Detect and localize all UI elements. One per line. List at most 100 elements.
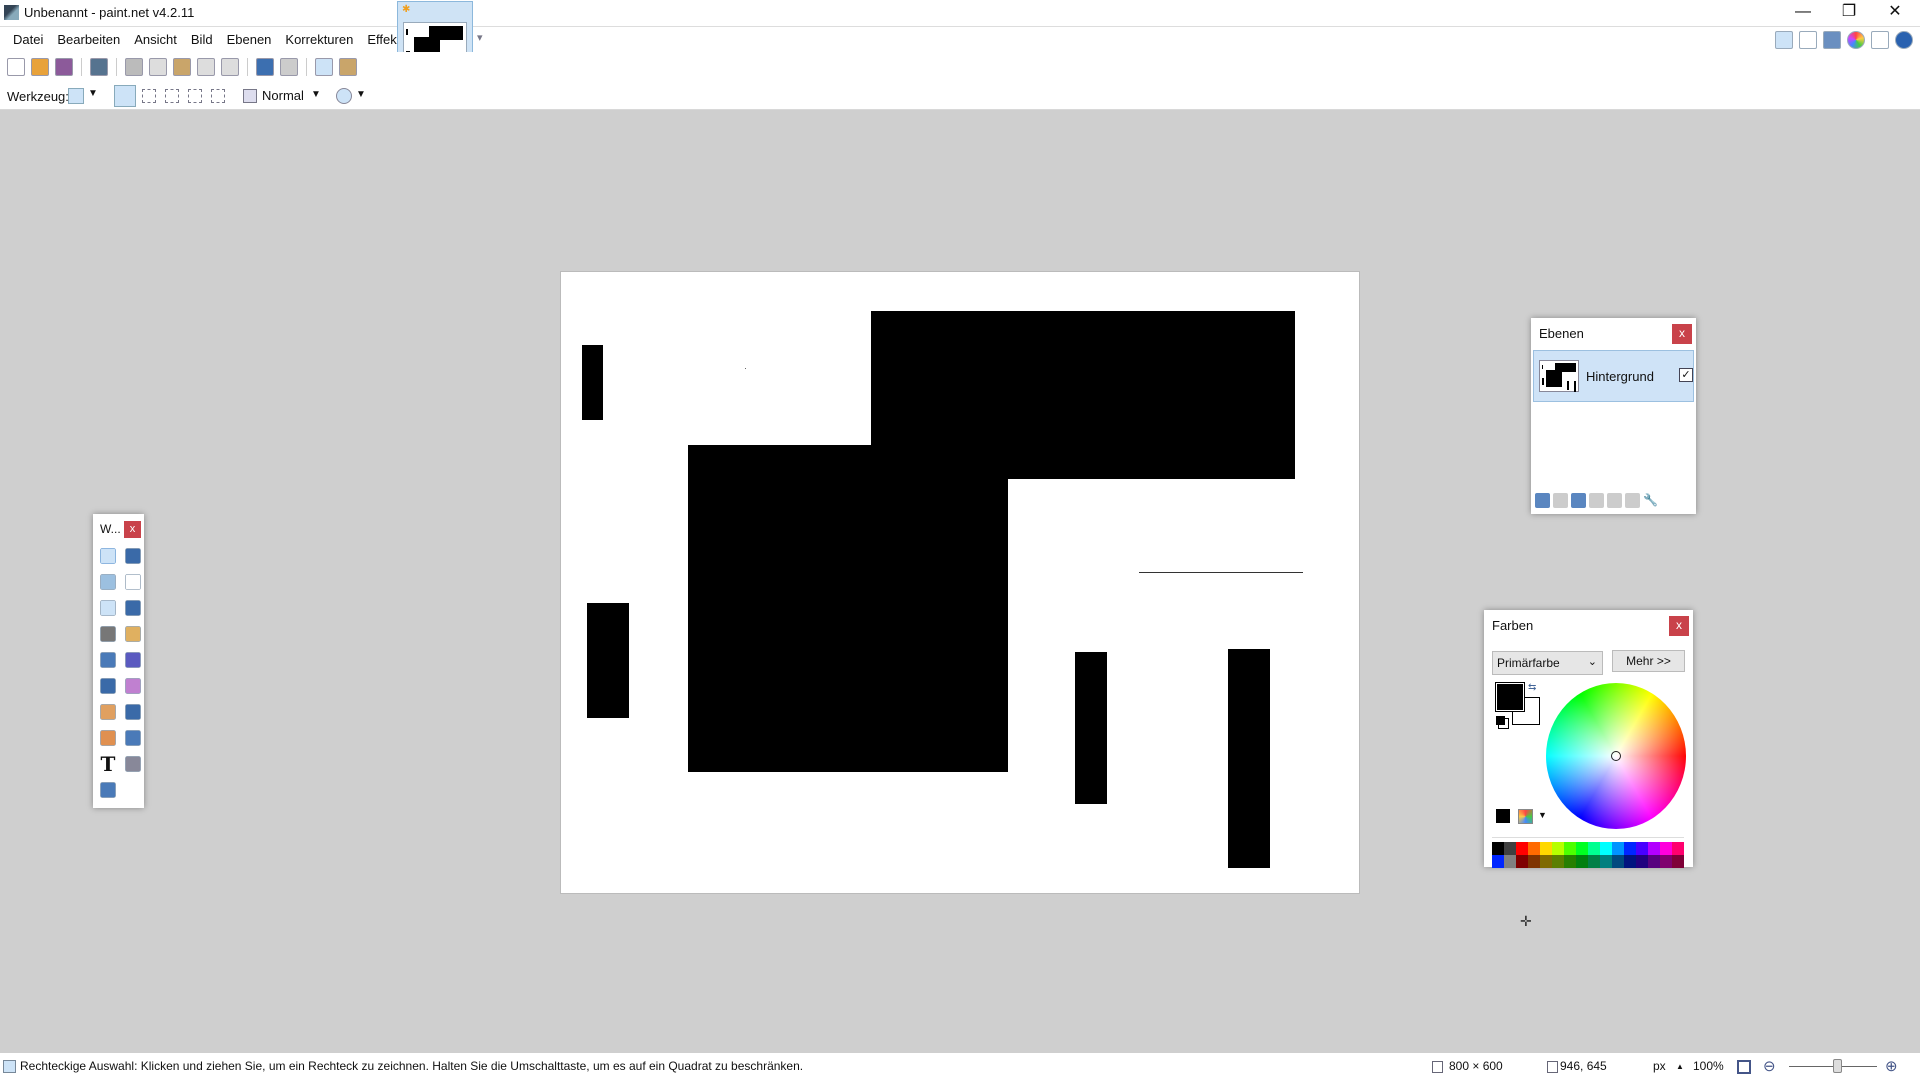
menu-datei[interactable]: Datei xyxy=(6,27,50,53)
units-select[interactable]: px xyxy=(1653,1053,1666,1080)
palette-swatch[interactable] xyxy=(1504,842,1516,855)
layer-properties-button[interactable]: 🔧 xyxy=(1643,493,1658,508)
restore-button[interactable]: ❐ xyxy=(1826,0,1872,26)
zoom-level[interactable]: 100% xyxy=(1693,1053,1724,1080)
zoom-slider-thumb[interactable] xyxy=(1833,1059,1843,1073)
tool-recolor[interactable] xyxy=(125,730,141,746)
primary-color-swatch[interactable] xyxy=(1495,682,1525,712)
palette-swatch[interactable] xyxy=(1516,842,1528,855)
layer-row[interactable]: Hintergrund ✓ xyxy=(1533,350,1694,402)
help-icon[interactable] xyxy=(1895,31,1913,49)
duplicate-layer-button[interactable] xyxy=(1571,493,1586,509)
history-window-icon[interactable] xyxy=(1799,31,1817,49)
zoom-slider[interactable] xyxy=(1789,1059,1877,1073)
palette-swatch[interactable] xyxy=(1576,842,1588,855)
palette-swatch[interactable] xyxy=(1540,855,1552,868)
menu-korrekturen[interactable]: Korrekturen xyxy=(278,27,360,53)
add-color-palette-icon[interactable] xyxy=(1496,809,1510,823)
tool-move-selected[interactable] xyxy=(125,574,141,590)
palette-dropdown-icon[interactable]: ▼ xyxy=(1538,810,1547,820)
tool-clone-stamp[interactable] xyxy=(100,730,116,746)
antialias-dropdown-icon[interactable]: ▼ xyxy=(356,89,366,100)
palette-swatch[interactable] xyxy=(1660,842,1672,855)
grid-icon[interactable] xyxy=(315,58,333,76)
add-layer-button[interactable] xyxy=(1535,493,1550,509)
palette-swatch[interactable] xyxy=(1504,855,1516,868)
reset-colors-icon[interactable] xyxy=(1496,716,1505,725)
undo-icon[interactable] xyxy=(256,58,274,76)
palette-swatch[interactable] xyxy=(1552,855,1564,868)
tool-dropdown-icon[interactable]: ▼ xyxy=(88,88,98,99)
palette-swatch[interactable] xyxy=(1600,855,1612,868)
close-button[interactable]: ✕ xyxy=(1872,0,1918,26)
zoom-to-window-icon[interactable] xyxy=(1737,1060,1751,1074)
units-dropdown-icon[interactable]: ▲ xyxy=(1676,1053,1684,1080)
selection-mode-xor[interactable] xyxy=(211,89,225,103)
tool-pencil[interactable] xyxy=(100,704,116,720)
more-button[interactable]: Mehr >> xyxy=(1612,650,1685,672)
tab-dropdown-icon[interactable]: ▾ xyxy=(477,31,483,44)
menu-ansicht[interactable]: Ansicht xyxy=(127,27,184,53)
save-icon[interactable] xyxy=(55,58,73,76)
palette-swatch[interactable] xyxy=(1636,842,1648,855)
tool-ellipse-select[interactable] xyxy=(100,600,116,616)
palette-swatch[interactable] xyxy=(1624,855,1636,868)
paste-icon[interactable] xyxy=(173,58,191,76)
tool-line-curve[interactable] xyxy=(125,756,141,772)
palette-swatch[interactable] xyxy=(1600,842,1612,855)
palette-swatch[interactable] xyxy=(1492,842,1504,855)
palette-swatch[interactable] xyxy=(1576,855,1588,868)
settings-icon[interactable] xyxy=(1871,31,1889,49)
palette-swatch[interactable] xyxy=(1672,842,1684,855)
palette-swatch[interactable] xyxy=(1648,855,1660,868)
palette-swatch[interactable] xyxy=(1540,842,1552,855)
selection-mode-union[interactable] xyxy=(142,89,156,103)
delete-layer-button[interactable] xyxy=(1553,493,1568,509)
menu-ebenen[interactable]: Ebenen xyxy=(220,27,279,53)
print-icon[interactable] xyxy=(90,58,108,76)
menu-bild[interactable]: Bild xyxy=(184,27,220,53)
open-file-icon[interactable] xyxy=(31,58,49,76)
canvas[interactable] xyxy=(560,271,1360,894)
tool-color-picker[interactable] xyxy=(125,704,141,720)
tool-shapes[interactable] xyxy=(100,782,116,798)
palette-swatch[interactable] xyxy=(1672,855,1684,868)
crop-icon[interactable] xyxy=(197,58,215,76)
palette-swatch[interactable] xyxy=(1588,855,1600,868)
tool-zoom[interactable] xyxy=(125,600,141,616)
palette-swatch[interactable] xyxy=(1660,855,1672,868)
palette-swatch[interactable] xyxy=(1516,855,1528,868)
selection-mode-exclude[interactable] xyxy=(165,89,179,103)
selection-mode-intersect[interactable] xyxy=(188,89,202,103)
copy-icon[interactable] xyxy=(149,58,167,76)
palette-swatch[interactable] xyxy=(1528,855,1540,868)
layer-visibility-checkbox[interactable]: ✓ xyxy=(1679,368,1693,382)
zoom-in-icon[interactable]: ⊕ xyxy=(1885,1053,1898,1080)
redo-icon[interactable] xyxy=(280,58,298,76)
tool-move-selection[interactable] xyxy=(125,548,141,564)
new-file-icon[interactable] xyxy=(7,58,25,76)
blend-mode-dropdown-icon[interactable]: ▼ xyxy=(311,89,321,100)
tools-window-icon[interactable] xyxy=(1775,31,1793,49)
tool-eraser[interactable] xyxy=(125,678,141,694)
palette-swatch[interactable] xyxy=(1564,855,1576,868)
delete-icon[interactable] xyxy=(221,58,239,76)
minimize-button[interactable]: — xyxy=(1780,0,1826,26)
layers-window-icon[interactable] xyxy=(1823,31,1841,49)
tool-lasso-select[interactable] xyxy=(100,574,116,590)
palette-swatch[interactable] xyxy=(1564,842,1576,855)
tool-paintbrush[interactable] xyxy=(100,678,116,694)
palette-swatch[interactable] xyxy=(1612,842,1624,855)
merge-layer-down-button[interactable] xyxy=(1589,493,1604,509)
color-mode-select[interactable]: Primärfarbe ⌄ xyxy=(1492,651,1603,675)
colors-panel-close[interactable]: x xyxy=(1669,616,1689,636)
color-wheel-marker[interactable] xyxy=(1611,751,1621,761)
blend-mode-select[interactable]: Normal xyxy=(262,88,304,103)
palette-swatch[interactable] xyxy=(1636,855,1648,868)
palette-swatch[interactable] xyxy=(1528,842,1540,855)
tool-rectangle-select[interactable] xyxy=(100,548,116,564)
ruler-icon[interactable] xyxy=(339,58,357,76)
tools-window-close[interactable]: x xyxy=(124,521,141,538)
selection-mode-replace[interactable] xyxy=(114,85,136,107)
palette-swatch[interactable] xyxy=(1492,855,1504,868)
